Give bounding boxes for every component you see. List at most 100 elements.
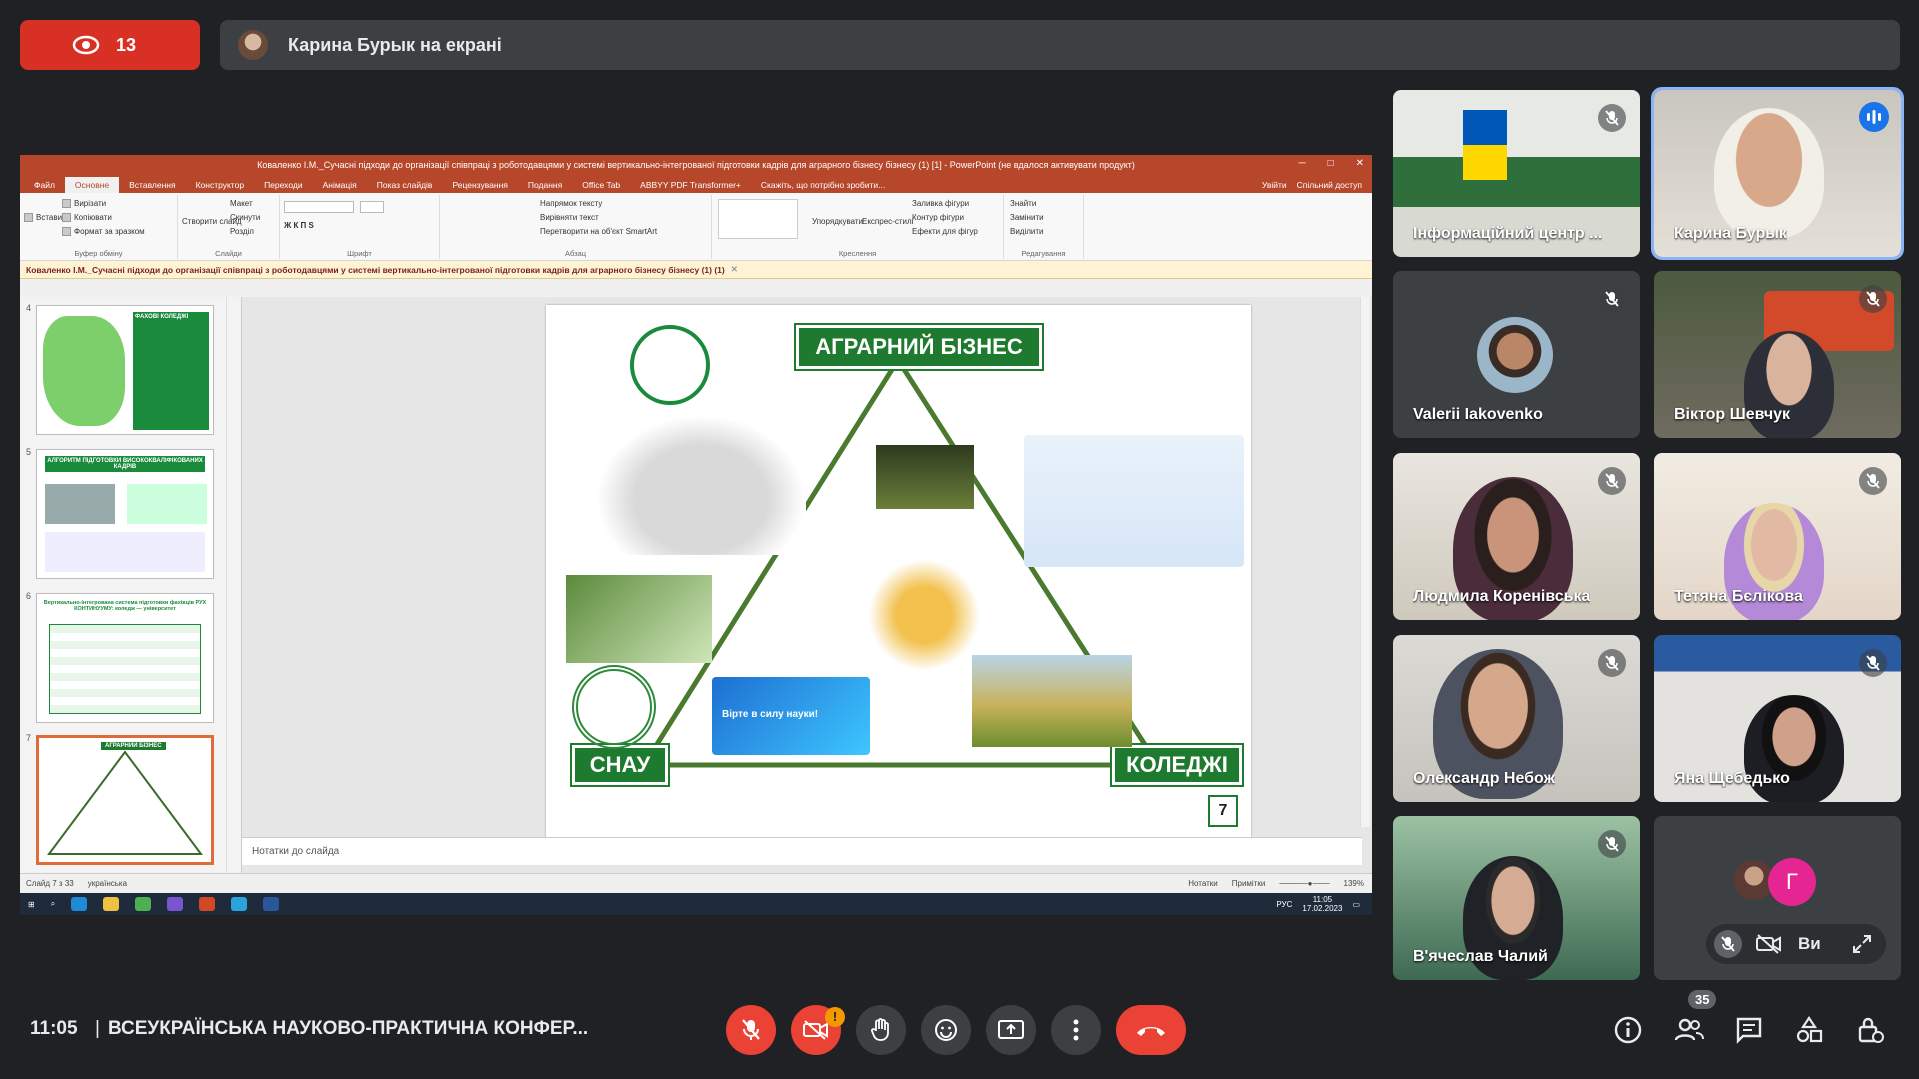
notifications-icon[interactable]: ▭ — [1352, 900, 1360, 909]
tab-transitions[interactable]: Переходи — [254, 177, 313, 193]
leave-call-button[interactable] — [1116, 1005, 1186, 1055]
zoom-slider[interactable]: ─────●─── — [1279, 879, 1329, 888]
word-icon[interactable] — [263, 897, 280, 911]
tell-me-search[interactable]: Скажіть, що потрібно зробити... — [751, 177, 895, 193]
slide-notes[interactable]: Нотатки до слайда — [242, 837, 1362, 865]
participant-name: Тетяна Бєлікова — [1674, 588, 1803, 605]
slide-thumbnail[interactable]: АЛГОРИТМ ПІДГОТОВКИ ВИСОКОКВАЛІФІКОВАНИХ… — [36, 449, 214, 579]
participant-tile[interactable]: Олександр Небож — [1393, 635, 1640, 802]
participant-tile[interactable]: Valerii Iakovenko — [1393, 271, 1640, 438]
folder-icon[interactable] — [103, 897, 120, 911]
viewer-count-button[interactable]: 13 — [20, 20, 200, 70]
close-doc-icon[interactable]: ✕ — [731, 264, 738, 275]
chat-icon[interactable] — [1734, 1015, 1764, 1045]
self-tile[interactable]: Г Ви — [1654, 816, 1901, 980]
more-options-button[interactable] — [1051, 1005, 1101, 1055]
camera-off-icon — [803, 1020, 828, 1040]
participant-tile[interactable]: Віктор Шевчук — [1654, 271, 1901, 438]
thumbnails-scrollbar[interactable] — [226, 297, 236, 893]
shape-effects-button[interactable]: Ефекти для фігур — [912, 227, 978, 236]
slide-thumbnails-pane: 4 ФАХОВІ КОЛЕДЖІ 5 АЛГОРИТМ ПІДГОТОВКИ В… — [20, 297, 242, 893]
viewer-count: 13 — [116, 34, 137, 55]
tab-insert[interactable]: Вставлення — [119, 177, 185, 193]
copy-button[interactable]: Копіювати — [62, 213, 112, 223]
align-text-button[interactable]: Вирівняти текст — [540, 213, 599, 222]
expand-icon[interactable] — [1852, 934, 1872, 954]
tab-office[interactable]: Office Tab — [572, 177, 630, 193]
activities-icon[interactable] — [1794, 1015, 1824, 1045]
share-button[interactable]: Спільний доступ — [1297, 180, 1362, 190]
tray-clock[interactable]: 11:05 17.02.2023 — [1302, 895, 1342, 913]
participant-initial-avatar: Г — [1768, 858, 1816, 906]
self-mic-off-icon[interactable] — [1714, 930, 1742, 958]
edge-icon[interactable] — [71, 897, 88, 911]
search-icon[interactable]: ⌕ — [51, 899, 55, 909]
reactions-button[interactable] — [921, 1005, 971, 1055]
quick-styles-button[interactable]: Експрес-стилі — [862, 217, 913, 226]
layout-button[interactable]: Макет — [230, 199, 253, 208]
thumb-title: ФАХОВІ КОЛЕДЖІ — [135, 314, 189, 320]
sign-in-link[interactable]: Увійти — [1262, 180, 1287, 190]
mic-toggle-button[interactable] — [726, 1005, 776, 1055]
powerpoint-icon[interactable] — [199, 897, 216, 911]
slide-thumbnail[interactable]: ФАХОВІ КОЛЕДЖІ — [36, 305, 214, 435]
mic-off-icon — [1859, 285, 1887, 313]
find-button[interactable]: Знайти — [1010, 199, 1036, 208]
slide-scrollbar[interactable] — [1360, 297, 1370, 827]
ppt-ribbon: Вставити Вирізати Копіювати Формат за зр… — [20, 193, 1372, 261]
participant-tile[interactable]: Тетяна Бєлікова — [1654, 453, 1901, 620]
participant-tile-active[interactable]: Карина Бурык — [1651, 87, 1904, 260]
smartart-button[interactable]: Перетворити на об'єкт SmartArt — [540, 227, 657, 236]
tab-abbyy[interactable]: ABBYY PDF Transformer+ — [630, 177, 751, 193]
notes-toggle[interactable]: Нотатки — [1188, 879, 1218, 888]
document-tab[interactable]: Коваленко І.М._Сучасні підходи до органі… — [20, 261, 1372, 279]
tray-language[interactable]: РУС — [1276, 900, 1292, 909]
language-status[interactable]: українська — [88, 879, 127, 888]
text-direction-button[interactable]: Напрямок тексту — [540, 199, 602, 208]
participant-tile[interactable]: Інформаційний центр ... — [1393, 90, 1640, 257]
shape-outline-button[interactable]: Контур фігури — [912, 213, 964, 222]
reset-button[interactable]: Скинути — [230, 213, 260, 222]
ppt-ribbon-tabs: Файл Основне Вставлення Конструктор Пере… — [20, 175, 1372, 193]
cut-button[interactable]: Вирізати — [62, 199, 106, 209]
tab-slideshow[interactable]: Показ слайдів — [367, 177, 443, 193]
close-icon[interactable]: ✕ — [1356, 158, 1364, 169]
font-name-select[interactable] — [284, 201, 354, 213]
viber-icon[interactable] — [167, 897, 184, 911]
label-snau: СНАУ — [570, 743, 670, 787]
tab-design[interactable]: Конструктор — [186, 177, 254, 193]
chrome-icon[interactable] — [135, 897, 152, 911]
bold-button[interactable]: Ж К П S — [284, 221, 314, 230]
tab-review[interactable]: Рецензування — [442, 177, 517, 193]
section-button[interactable]: Розділ — [230, 227, 254, 236]
minimize-icon[interactable]: ─ — [1298, 158, 1305, 169]
people-icon[interactable] — [1674, 1015, 1704, 1045]
meeting-info-icon[interactable] — [1613, 1015, 1643, 1045]
participant-tile[interactable]: Людмила Коренівська — [1393, 453, 1640, 620]
host-controls-icon[interactable] — [1855, 1015, 1885, 1045]
shapes-gallery[interactable] — [718, 199, 798, 239]
participant-tile[interactable]: Яна Щебедько — [1654, 635, 1901, 802]
tab-view[interactable]: Подання — [518, 177, 572, 193]
present-screen-button[interactable] — [986, 1005, 1036, 1055]
arrange-button[interactable]: Упорядкувати — [812, 217, 863, 226]
telegram-icon[interactable] — [231, 897, 248, 911]
windows-start-icon[interactable]: ⊞ — [28, 900, 35, 909]
replace-button[interactable]: Замінити — [1010, 213, 1044, 222]
slide-thumbnail[interactable]: Вертикально-інтегрована система підготов… — [36, 593, 214, 723]
slide-thumbnail-selected[interactable]: АГРАРНИЙ БІЗНЕС — [36, 735, 214, 865]
self-camera-off-icon[interactable] — [1756, 934, 1782, 954]
comments-toggle[interactable]: Примітки — [1232, 879, 1266, 888]
tab-home[interactable]: Основне — [64, 177, 120, 193]
map-shape — [43, 316, 125, 426]
raise-hand-button[interactable] — [856, 1005, 906, 1055]
tab-file[interactable]: Файл — [24, 177, 65, 193]
tab-animations[interactable]: Анімація — [313, 177, 367, 193]
format-painter-button[interactable]: Формат за зразком — [62, 227, 145, 237]
participant-tile[interactable]: В'ячеслав Чалий — [1393, 816, 1640, 980]
maximize-icon[interactable]: □ — [1328, 158, 1334, 169]
select-button[interactable]: Виділити — [1010, 227, 1044, 236]
font-size-select[interactable] — [360, 201, 384, 213]
shape-fill-button[interactable]: Заливка фігури — [912, 199, 969, 208]
zoom-level[interactable]: 139% — [1344, 879, 1364, 888]
